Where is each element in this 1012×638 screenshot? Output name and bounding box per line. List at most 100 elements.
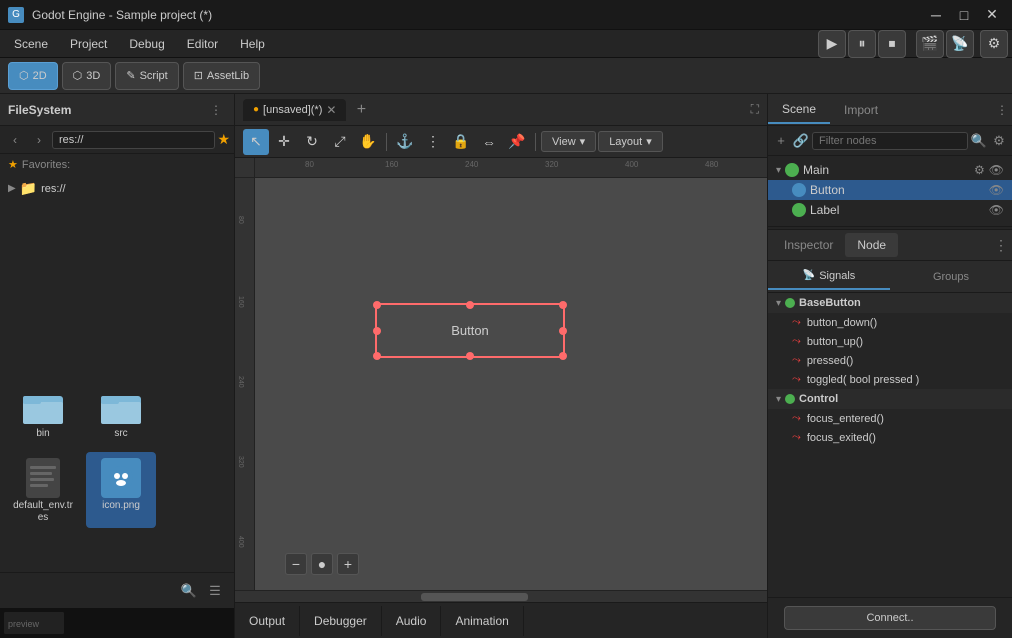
minimize-button[interactable]: ─ bbox=[924, 5, 948, 25]
fs-search-button[interactable]: 🔍 bbox=[178, 580, 200, 602]
search-nodes-button[interactable]: 🔍 bbox=[970, 130, 988, 152]
view-button[interactable]: View ▾ bbox=[541, 131, 596, 152]
filesystem-header: FileSystem ⋮ bbox=[0, 94, 234, 126]
nav-forward-button[interactable]: › bbox=[28, 129, 50, 151]
menu-scene[interactable]: Scene bbox=[4, 33, 58, 55]
favorites-button[interactable]: ★ bbox=[217, 131, 230, 148]
tool-pin-button[interactable]: 📌 bbox=[504, 129, 530, 155]
tool-anchor-button[interactable]: ⚓ bbox=[392, 129, 418, 155]
signal-button-up[interactable]: ⤳ button_up() bbox=[768, 332, 1012, 351]
button-widget[interactable]: Button bbox=[375, 303, 565, 358]
menu-debug[interactable]: Debug bbox=[119, 33, 174, 55]
tab-close-button[interactable]: ✕ bbox=[326, 103, 336, 117]
viewport-canvas[interactable]: 80 160 240 320 400 480 80 160 240 320 40… bbox=[235, 158, 767, 590]
node-sub-tabs: 📡 Signals Groups bbox=[768, 261, 1012, 293]
signal-name-button-down: button_down() bbox=[807, 317, 877, 329]
tool-grid-button[interactable]: ⋮ bbox=[420, 129, 446, 155]
viewport-scrollbar[interactable] bbox=[235, 590, 767, 602]
filter-nodes-input[interactable] bbox=[812, 132, 968, 150]
bottom-tab-audio[interactable]: Audio bbox=[382, 606, 442, 636]
file-item-bin[interactable]: bin bbox=[8, 380, 78, 444]
handle-top-left[interactable] bbox=[373, 301, 381, 309]
node-eye-label-button[interactable]: 👁 bbox=[989, 203, 1004, 217]
handle-bottom-mid[interactable] bbox=[466, 352, 474, 360]
handle-mid-right[interactable] bbox=[559, 327, 567, 335]
handle-bottom-right[interactable] bbox=[559, 352, 567, 360]
file-item-src[interactable]: src bbox=[86, 380, 156, 444]
nav-back-button[interactable]: ‹ bbox=[4, 129, 26, 151]
path-bar[interactable]: res:// bbox=[52, 131, 215, 149]
file-item-default-env[interactable]: default_env.tres bbox=[8, 452, 78, 528]
zoom-reset-button[interactable]: ● bbox=[311, 553, 333, 575]
viewport-tab[interactable]: ● [unsaved](*) ✕ bbox=[243, 99, 346, 121]
tree-item-res[interactable]: ▶ 📁 res:// bbox=[0, 177, 234, 200]
file-src-label: src bbox=[114, 428, 127, 440]
tool-move-button[interactable]: ✛ bbox=[271, 129, 297, 155]
link-node-button[interactable]: 🔗 bbox=[792, 130, 810, 152]
menu-project[interactable]: Project bbox=[60, 33, 117, 55]
handle-mid-left[interactable] bbox=[373, 327, 381, 335]
scrollbar-thumb[interactable] bbox=[421, 593, 527, 601]
bottom-tab-output[interactable]: Output bbox=[235, 606, 300, 636]
script-button[interactable]: ✎ Script bbox=[115, 62, 178, 90]
settings-button[interactable]: ⚙ bbox=[980, 30, 1008, 58]
movie-button[interactable]: 🎬 bbox=[916, 30, 944, 58]
signal-button-down[interactable]: ⤳ button_down() bbox=[768, 313, 1012, 332]
tool-select-button[interactable]: ↖ bbox=[243, 129, 269, 155]
remote-button[interactable]: 📡 bbox=[946, 30, 974, 58]
close-button[interactable]: ✕ bbox=[980, 5, 1004, 25]
tool-rotate-button[interactable]: ↻ bbox=[299, 129, 325, 155]
filesystem-menu-button[interactable]: ⋮ bbox=[206, 100, 226, 120]
assetlib-button[interactable]: ⊡ AssetLib bbox=[183, 62, 260, 90]
zoom-out-button[interactable]: − bbox=[285, 553, 307, 575]
scene-extra-button[interactable]: ⚙ bbox=[990, 130, 1008, 152]
scene-node-button[interactable]: Button 👁 bbox=[768, 180, 1012, 200]
signal-focus-entered[interactable]: ⤳ focus_entered() bbox=[768, 409, 1012, 428]
tool-pan-button[interactable]: ✋ bbox=[355, 129, 381, 155]
new-tab-button[interactable]: + bbox=[350, 99, 372, 121]
stop-button[interactable]: ⏹ bbox=[878, 30, 906, 58]
mode-3d-button[interactable]: ⬡ 3D bbox=[62, 62, 112, 90]
scene-tab-import[interactable]: Import bbox=[830, 97, 892, 123]
inspector-menu-button[interactable]: ⋮ bbox=[994, 237, 1008, 254]
signal-pressed[interactable]: ⤳ pressed() bbox=[768, 351, 1012, 370]
file-item-icon-png[interactable]: icon.png bbox=[86, 452, 156, 528]
handle-bottom-left[interactable] bbox=[373, 352, 381, 360]
node-eye-button-button[interactable]: 👁 bbox=[989, 183, 1004, 197]
handle-top-mid[interactable] bbox=[466, 301, 474, 309]
handle-top-right[interactable] bbox=[559, 301, 567, 309]
menu-help[interactable]: Help bbox=[230, 33, 275, 55]
node-visibility-main-button[interactable]: ⚙ bbox=[974, 163, 985, 177]
inspector-tab[interactable]: Inspector bbox=[772, 233, 845, 257]
signals-tab[interactable]: 📡 Signals bbox=[768, 264, 890, 290]
scene-node-main[interactable]: ▾ Main ⚙ 👁 bbox=[768, 160, 1012, 180]
viewport-expand-button[interactable]: ⛶ bbox=[751, 102, 759, 117]
signal-toggled[interactable]: ⤳ toggled( bool pressed ) bbox=[768, 370, 1012, 389]
groups-tab[interactable]: Groups bbox=[890, 265, 1012, 289]
bottom-tab-debugger[interactable]: Debugger bbox=[300, 606, 382, 636]
tool-snap-button[interactable]: 🔒 bbox=[448, 129, 474, 155]
scene-node-label[interactable]: Label 👁 bbox=[768, 200, 1012, 220]
tool-scale-button[interactable]: ⤢ bbox=[327, 129, 353, 155]
play-button[interactable]: ▶ bbox=[818, 30, 846, 58]
pause-button[interactable]: ⏸ bbox=[848, 30, 876, 58]
menu-bar: Scene Project Debug Editor Help ▶ ⏸ ⏹ 🎬 … bbox=[0, 30, 1012, 58]
bottom-tab-animation[interactable]: Animation bbox=[441, 606, 523, 636]
menu-editor[interactable]: Editor bbox=[177, 33, 228, 55]
signal-focus-exited[interactable]: ⤳ focus_exited() bbox=[768, 428, 1012, 447]
scene-panel-menu-button[interactable]: ⋮ bbox=[992, 99, 1012, 121]
mode-2d-button[interactable]: ⬡ 2D bbox=[8, 62, 58, 90]
layout-button[interactable]: Layout ▾ bbox=[598, 131, 663, 152]
add-node-button[interactable]: + bbox=[772, 130, 790, 152]
zoom-in-button[interactable]: + bbox=[337, 553, 359, 575]
connect-button[interactable]: Connect.. bbox=[784, 606, 996, 630]
tool-expand-button[interactable]: ⇔ bbox=[476, 129, 502, 155]
section-basebutton[interactable]: ▾ BaseButton bbox=[768, 293, 1012, 313]
node-eye-main-button[interactable]: 👁 bbox=[989, 163, 1004, 177]
scene-tab-scene[interactable]: Scene bbox=[768, 96, 830, 124]
maximize-button[interactable]: □ bbox=[952, 5, 976, 25]
node-tab[interactable]: Node bbox=[845, 233, 898, 257]
section-control[interactable]: ▾ Control bbox=[768, 389, 1012, 409]
folder-icon: 📁 bbox=[20, 180, 37, 197]
fs-list-button[interactable]: ☰ bbox=[204, 580, 226, 602]
